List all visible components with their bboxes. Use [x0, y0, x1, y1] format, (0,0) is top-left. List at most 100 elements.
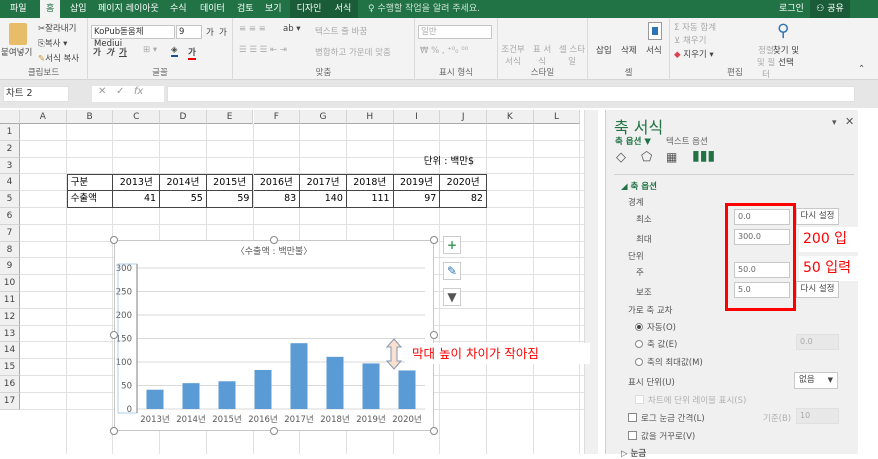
orientation-icon[interactable]: ab ▾ — [283, 24, 301, 34]
shrink-font-button[interactable]: 가 — [219, 26, 227, 38]
login-link[interactable]: 로그인 — [773, 0, 810, 18]
select-all-corner[interactable] — [0, 110, 20, 124]
format-cells-button[interactable]: 서식 — [646, 44, 662, 56]
row-header[interactable]: 7 — [0, 224, 20, 242]
delete-cells-button[interactable]: 삭제 — [621, 44, 637, 56]
format-painter-button[interactable]: ✎서식 복사 — [38, 52, 79, 64]
cell-styles-button[interactable]: 셀 스타일 — [558, 43, 586, 67]
row-header[interactable]: 10 — [0, 275, 20, 292]
value-cell[interactable]: 111 — [346, 191, 394, 208]
bar-2020년[interactable] — [398, 370, 416, 409]
resize-handle[interactable] — [110, 236, 118, 244]
chart-filter-button[interactable]: ▼ — [443, 288, 461, 306]
tab-page-layout[interactable]: 페이지 레이아웃 — [92, 0, 165, 18]
tab-view[interactable]: 보기 — [259, 0, 288, 18]
fill-line-icon[interactable]: ◇ — [616, 150, 626, 165]
row-header[interactable]: 11 — [0, 292, 20, 309]
font-color-button[interactable]: 가 — [188, 46, 196, 60]
cut-button[interactable]: ✂잘라내기 — [38, 22, 76, 34]
pane-close-icon[interactable]: ✕ — [845, 115, 854, 128]
enter-icon[interactable]: ✓ — [116, 86, 124, 97]
column-header[interactable]: E — [206, 110, 254, 124]
base-input[interactable]: 10 — [796, 408, 839, 424]
row-header[interactable]: 13 — [0, 325, 20, 343]
show-unit-label-checkbox[interactable] — [635, 395, 644, 404]
insert-cells-button[interactable]: 삽입 — [596, 44, 612, 56]
column-header[interactable]: J — [440, 110, 487, 124]
row-header[interactable]: 3 — [0, 157, 20, 175]
font-name-select[interactable]: KoPub돋움체 Mediui — [91, 25, 175, 49]
axis-value-radio[interactable] — [635, 340, 643, 348]
column-header[interactable]: C — [113, 110, 161, 124]
year-cell[interactable]: 2020년 — [440, 174, 487, 192]
border-icon[interactable]: ⊞ ▾ — [143, 45, 157, 55]
collapse-ribbon-icon[interactable]: ⌃ — [858, 64, 865, 74]
column-header[interactable]: I — [393, 110, 441, 124]
ticks-section[interactable]: ▷ 눈금 — [621, 447, 646, 459]
copy-button[interactable]: ⎘복사 ▾ — [38, 37, 67, 49]
wrap-text-button[interactable]: 텍스트 줄 바꿈 — [315, 25, 367, 37]
fill-button[interactable]: ⊻ 채우기 — [674, 34, 706, 46]
row-header[interactable]: 16 — [0, 376, 20, 393]
chart-elements-button[interactable]: + — [443, 236, 461, 254]
column-header[interactable]: L — [533, 110, 581, 124]
number-format-select[interactable]: 일반 — [418, 25, 492, 39]
value-cell[interactable]: 82 — [440, 191, 487, 208]
vertical-scrollbar[interactable] — [584, 110, 598, 454]
year-cell[interactable]: 2017년 — [300, 174, 347, 192]
number-format-icons[interactable]: ₩ % , ⁺⁰₀ ⁰⁰ — [420, 46, 468, 56]
bar-2018년[interactable] — [326, 356, 344, 409]
row-header[interactable]: 6 — [0, 208, 20, 225]
header-cell[interactable]: 구분 — [66, 174, 114, 192]
vertical-align-icons[interactable]: ≡ ≡ ≡ — [239, 24, 266, 34]
tab-insert[interactable]: 삽입 — [64, 0, 93, 18]
tell-me-box[interactable]: ♀ 수행할 작업을 알려 주세요. — [362, 0, 486, 18]
clear-button[interactable]: ◆ 지우기 ▾ — [674, 48, 714, 60]
tab-axis-options[interactable]: 축 옵션 ▼ — [615, 135, 651, 147]
bar-2013년[interactable] — [146, 389, 164, 409]
axis-options-icon[interactable]: ▮▮▮ — [692, 148, 715, 164]
bar-2016년[interactable] — [254, 369, 272, 409]
pane-options-icon[interactable]: ▾ — [832, 118, 837, 128]
tab-design[interactable]: 디자인 — [290, 0, 328, 18]
value-cell[interactable]: 97 — [393, 191, 441, 208]
bar-2019년[interactable] — [362, 363, 380, 409]
font-size-select[interactable]: 9 — [176, 25, 202, 39]
format-table-button[interactable]: 표 서식 — [529, 43, 555, 67]
min-reset-button[interactable]: 다시 설정 — [796, 208, 839, 225]
row-header[interactable]: 15 — [0, 359, 20, 376]
horizontal-align-icons[interactable]: ☰ ☰ ☰ ⇤ ⇥ — [239, 45, 287, 55]
grow-font-button[interactable]: 가 — [206, 26, 214, 38]
resize-handle[interactable] — [270, 427, 278, 435]
chart-styles-button[interactable]: ✎ — [443, 262, 461, 280]
tab-formulas[interactable]: 수식 — [164, 0, 193, 18]
tab-text-options[interactable]: 텍스트 옵션 — [666, 135, 708, 147]
resize-handle[interactable] — [430, 236, 438, 244]
column-header[interactable]: A — [20, 110, 67, 124]
row-label-cell[interactable]: 수출액 — [66, 191, 114, 208]
row-header[interactable]: 9 — [0, 258, 20, 276]
row-header[interactable]: 2 — [0, 140, 20, 158]
reverse-checkbox[interactable] — [628, 431, 637, 440]
underline-button[interactable]: 가 — [119, 46, 127, 58]
function-icon[interactable]: fx — [134, 86, 143, 97]
auto-radio[interactable] — [635, 323, 643, 331]
row-header[interactable]: 14 — [0, 342, 20, 360]
column-header[interactable]: G — [300, 110, 347, 124]
bold-button[interactable]: 가 — [93, 46, 101, 58]
conditional-format-button[interactable]: 조건부 서식 — [500, 43, 526, 67]
find-select-button[interactable]: 찾기 및 선택 — [772, 44, 800, 68]
tab-home[interactable]: 홈 — [40, 0, 61, 18]
value-cell[interactable]: 83 — [253, 191, 301, 208]
column-header[interactable]: D — [160, 110, 207, 124]
bar-2017년[interactable] — [290, 343, 308, 409]
merge-center-button[interactable]: 병합하고 가운데 맞춤 — [315, 46, 391, 58]
size-properties-icon[interactable]: ▦ — [666, 150, 677, 164]
year-cell[interactable]: 2019년 — [393, 174, 441, 192]
row-header[interactable]: 4 — [0, 174, 20, 192]
share-button[interactable]: ⚇ 공유 — [810, 0, 850, 18]
column-header[interactable]: K — [487, 110, 534, 124]
column-header[interactable]: B — [66, 110, 114, 124]
column-header[interactable]: H — [346, 110, 394, 124]
formula-input[interactable] — [167, 86, 855, 102]
